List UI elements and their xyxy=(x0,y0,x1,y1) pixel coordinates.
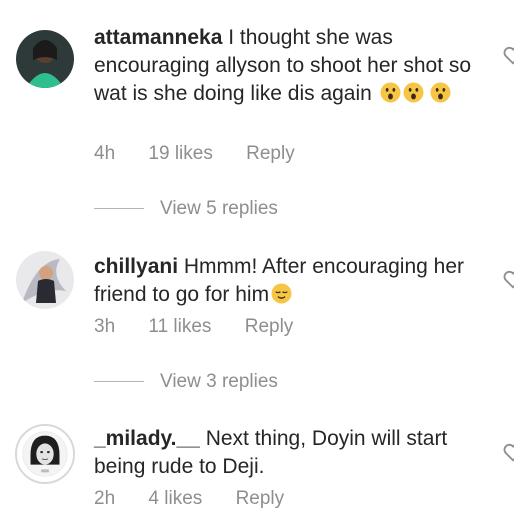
astonished-face-icon xyxy=(430,82,451,103)
like-heart-icon[interactable] xyxy=(502,268,514,290)
comment-likes-count[interactable]: 4 likes xyxy=(148,488,202,509)
comment-text: chillyani Hmmm! After encouraging her fr… xyxy=(94,253,489,309)
view-replies-link[interactable]: View 5 replies xyxy=(94,198,278,220)
avatar-attamanneka[interactable] xyxy=(16,30,74,88)
view-replies-link[interactable]: View 3 replies xyxy=(94,371,278,393)
astonished-face-icon xyxy=(380,82,401,103)
comment-likes-count[interactable]: 19 likes xyxy=(148,143,212,164)
comment-time: 4h xyxy=(94,143,116,164)
relieved-face-icon xyxy=(271,283,292,304)
comment-username[interactable]: _milady.__ xyxy=(94,427,200,450)
reply-button[interactable]: Reply xyxy=(245,316,294,337)
astonished-face-icon xyxy=(403,82,424,103)
view-replies-label: View 5 replies xyxy=(160,198,278,219)
like-heart-icon[interactable] xyxy=(502,44,514,66)
reply-button[interactable]: Reply xyxy=(236,488,285,509)
view-replies-label: View 3 replies xyxy=(160,371,278,392)
comment-text: attamanneka I thought she was encouragin… xyxy=(94,24,489,108)
comment-meta: 2h 4 likes Reply xyxy=(94,488,312,510)
comment-time: 3h xyxy=(94,316,116,337)
comment-username[interactable]: chillyani xyxy=(94,255,178,278)
replies-divider-line xyxy=(94,208,144,210)
comment-meta: 4h 19 likes Reply xyxy=(94,143,323,165)
comment-time: 2h xyxy=(94,488,116,509)
avatar-chillyani[interactable] xyxy=(16,251,74,309)
replies-divider-line xyxy=(94,381,144,383)
like-heart-icon[interactable] xyxy=(502,441,514,463)
comment-likes-count[interactable]: 11 likes xyxy=(148,316,211,337)
comment-meta: 3h 11 likes Reply xyxy=(94,316,321,338)
comment-text: _milady.__ Next thing, Doyin will start … xyxy=(94,425,489,481)
avatar-milady[interactable] xyxy=(15,424,75,484)
reply-button[interactable]: Reply xyxy=(246,143,295,164)
comment-username[interactable]: attamanneka xyxy=(94,26,222,49)
